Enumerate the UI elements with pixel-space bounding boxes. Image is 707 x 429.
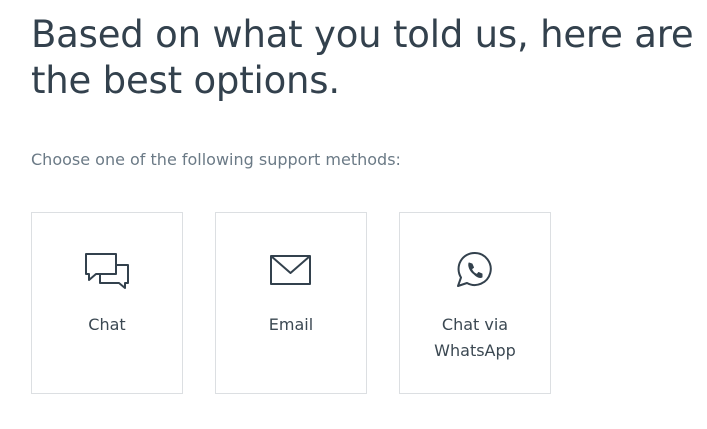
whatsapp-option-label: Chat via WhatsApp: [434, 315, 516, 360]
page-title: Based on what you told us, here are the …: [31, 13, 694, 102]
envelope-icon: [268, 251, 314, 289]
chat-bubbles-icon: [84, 251, 130, 289]
email-option-label: Email: [268, 315, 314, 334]
support-methods-instruction: Choose one of the following support meth…: [31, 150, 401, 169]
email-option-card[interactable]: Email: [215, 212, 367, 394]
chat-option-card[interactable]: Chat: [31, 212, 183, 394]
chat-option-label: Chat: [88, 315, 126, 334]
whatsapp-icon: [452, 251, 498, 289]
whatsapp-option-card[interactable]: Chat via WhatsApp: [399, 212, 551, 394]
